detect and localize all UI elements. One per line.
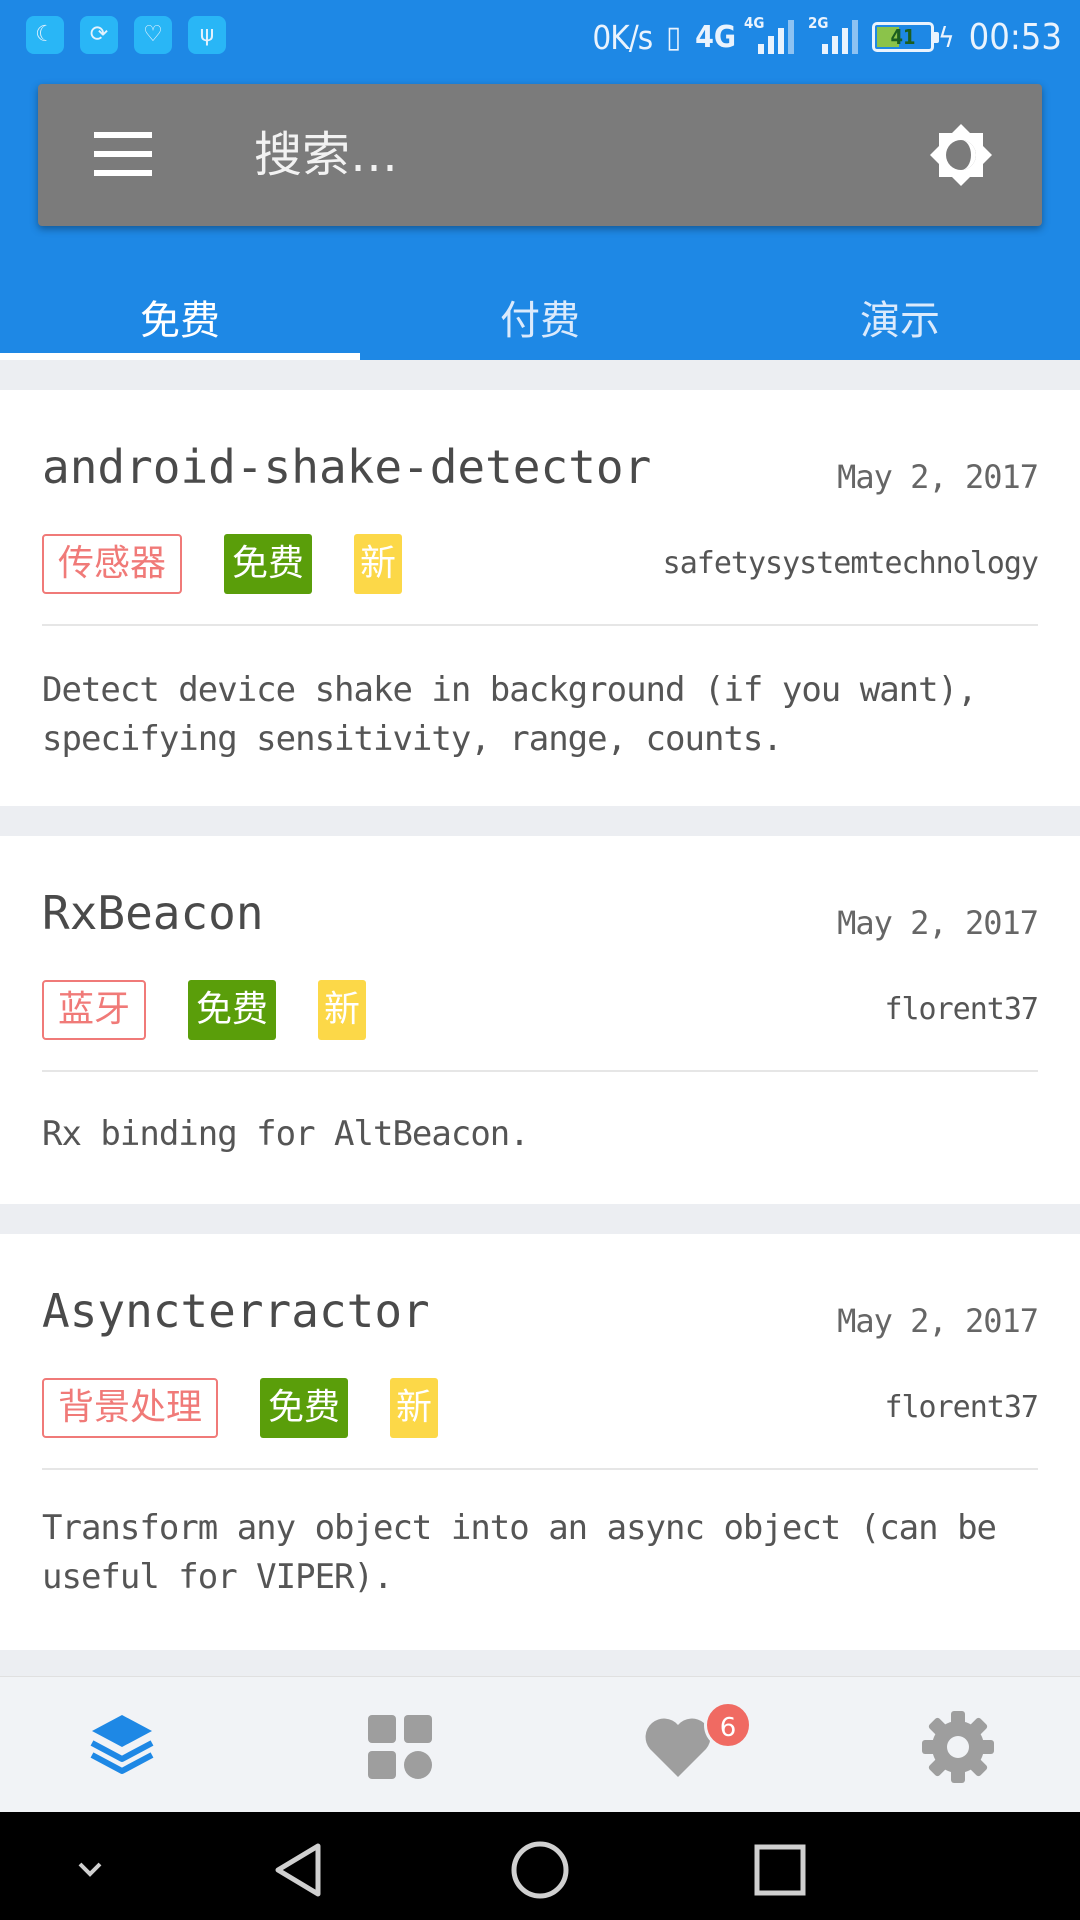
card-date: May 2, 2017: [837, 458, 1039, 496]
card-divider: [42, 1468, 1038, 1470]
card-author[interactable]: florent37: [884, 992, 1039, 1027]
card-divider: [42, 624, 1038, 626]
signal-icon-2g: 2G: [808, 14, 859, 54]
price-tag: 免费: [224, 534, 313, 594]
tab-demo[interactable]: 演示: [720, 270, 1080, 360]
category-tag[interactable]: 传感器: [42, 534, 183, 594]
card-date: May 2, 2017: [837, 1302, 1039, 1340]
bottom-navigation: 6: [0, 1676, 1080, 1812]
search-bar: [38, 84, 1042, 226]
card-title: Asyncterractor: [42, 1284, 430, 1338]
chevron-down-icon[interactable]: [60, 1840, 120, 1900]
library-card[interactable]: Asyncterractor May 2, 2017 背景处理 免费 新 flo…: [0, 1234, 1080, 1650]
app-bar: 免费 付费 演示: [0, 74, 1080, 360]
menu-icon[interactable]: [94, 132, 152, 176]
heart-monitor-icon: ♡: [134, 16, 172, 54]
moon-app-icon: ☾: [26, 16, 64, 54]
card-date: May 2, 2017: [837, 904, 1039, 942]
card-tags: 背景处理 免费 新: [42, 1378, 439, 1438]
price-tag: 免费: [260, 1378, 349, 1438]
library-card[interactable]: android-shake-detector May 2, 2017 传感器 免…: [0, 390, 1080, 806]
price-tag: 免费: [188, 980, 277, 1040]
clock: 00:53: [968, 16, 1062, 58]
recents-icon[interactable]: [750, 1840, 810, 1900]
new-tag: 新: [318, 980, 367, 1040]
card-title: RxBeacon: [42, 886, 264, 940]
search-input[interactable]: [254, 120, 894, 190]
card-author[interactable]: florent37: [884, 1390, 1039, 1425]
layers-icon[interactable]: [82, 1707, 162, 1787]
battery-icon: 41: [872, 22, 940, 52]
card-description: Rx binding for AltBeacon.: [42, 1114, 530, 1154]
card-description: Detect device shake in background (if yo…: [42, 670, 978, 759]
card-description: Transform any object into an async objec…: [42, 1508, 997, 1597]
net-speed: 0K/s: [592, 17, 653, 57]
favorites-badge: 6: [704, 1701, 752, 1749]
back-icon[interactable]: [270, 1840, 330, 1900]
card-tags: 传感器 免费 新: [42, 534, 403, 594]
category-tabs: 免费 付费 演示: [0, 270, 1080, 360]
card-divider: [42, 1070, 1038, 1072]
grid-icon[interactable]: [360, 1707, 440, 1787]
status-bar: ☾ ⟳ ♡ ψ 0K/s ▯ 4G 4G 2G 41 ϟ 00:53: [0, 0, 1080, 74]
home-icon[interactable]: [510, 1840, 570, 1900]
tab-free[interactable]: 免费: [0, 270, 360, 360]
card-author[interactable]: safetysystemtechnology: [663, 546, 1039, 581]
charging-icon: ϟ: [938, 20, 955, 54]
new-tag: 新: [390, 1378, 439, 1438]
usb-icon: ψ: [188, 16, 226, 54]
tab-paid[interactable]: 付费: [360, 270, 720, 360]
network-type-2g: 2G: [808, 14, 829, 32]
card-title: android-shake-detector: [42, 440, 652, 494]
new-tag: 新: [354, 534, 403, 594]
vibrate-icon: ▯: [666, 19, 682, 55]
network-type-4g-small: 4G: [744, 14, 765, 32]
system-navigation-bar: [0, 1812, 1080, 1920]
sync-app-icon: ⟳: [80, 16, 118, 54]
category-tag[interactable]: 蓝牙: [42, 980, 147, 1040]
notification-icons: ☾ ⟳ ♡ ψ: [26, 16, 226, 54]
library-card[interactable]: RxBeacon May 2, 2017 蓝牙 免费 新 florent37 R…: [0, 836, 1080, 1204]
battery-level: 41: [890, 25, 916, 49]
system-status: 0K/s ▯ 4G 4G 2G 41 ϟ 00:53: [592, 14, 1062, 60]
category-tag[interactable]: 背景处理: [42, 1378, 219, 1438]
card-tags: 蓝牙 免费 新: [42, 980, 367, 1040]
signal-icon-4g: 4G: [744, 14, 795, 54]
settings-icon[interactable]: [918, 1707, 998, 1787]
network-type-4g: 4G: [695, 19, 737, 55]
brightness-icon[interactable]: [928, 122, 994, 188]
